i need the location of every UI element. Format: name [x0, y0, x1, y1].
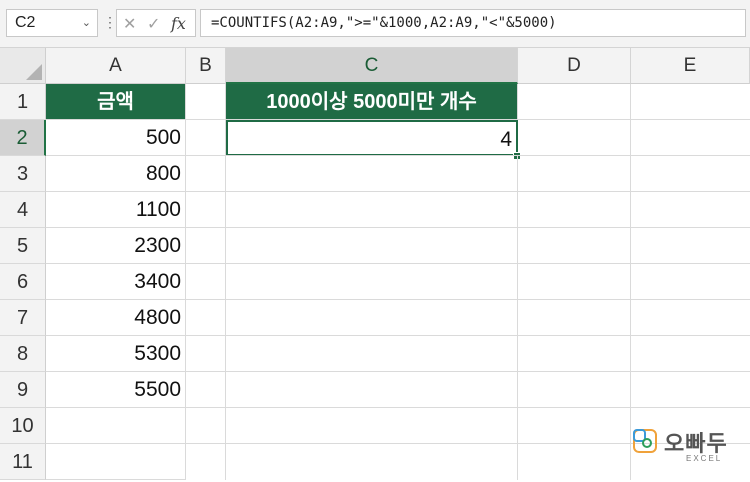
confirm-icon[interactable]: ✓	[147, 14, 160, 34]
cell-a3[interactable]: 800	[46, 156, 186, 192]
cell-a8[interactable]: 5300	[46, 336, 186, 372]
formula-input[interactable]: =COUNTIFS(A2:A9,">="&1000,A2:A9,"<"&5000…	[200, 9, 746, 37]
row-header-6[interactable]: 6	[0, 264, 46, 300]
gridlines	[186, 119, 750, 444]
oppadu-logo: 오빠두 EXCEL	[632, 426, 742, 470]
row-header-7[interactable]: 7	[0, 300, 46, 336]
logo-sub: EXCEL	[686, 454, 723, 463]
column-header-b[interactable]: B	[186, 48, 226, 84]
name-box[interactable]: C2 ⌄	[6, 9, 98, 37]
insert-function-icon[interactable]: fx	[171, 14, 186, 33]
cell-a4[interactable]: 1100	[46, 192, 186, 228]
row-header-10[interactable]: 10	[0, 408, 46, 444]
logo-icon	[633, 429, 657, 453]
row-header-3[interactable]: 3	[0, 156, 46, 192]
row-header-5[interactable]: 5	[0, 228, 46, 264]
cell-a10[interactable]	[46, 408, 186, 444]
row-header-1[interactable]: 1	[0, 84, 46, 120]
cell-a1[interactable]: 금액	[46, 84, 186, 120]
cancel-icon[interactable]: ✕	[123, 14, 136, 34]
column-header-c[interactable]: C	[226, 48, 518, 84]
cell-a11[interactable]	[46, 444, 186, 480]
column-header-d[interactable]: D	[518, 48, 631, 84]
row-header-9[interactable]: 9	[0, 372, 46, 408]
name-box-value: C2	[15, 14, 36, 31]
select-all-button[interactable]	[0, 48, 46, 84]
row-header-11[interactable]: 11	[0, 444, 46, 480]
row-header-4[interactable]: 4	[0, 192, 46, 228]
cell-a5[interactable]: 2300	[46, 228, 186, 264]
cell-a7[interactable]: 4800	[46, 300, 186, 336]
row-header-8[interactable]: 8	[0, 336, 46, 372]
more-options-icon[interactable]: ⋮	[103, 14, 117, 31]
row-header-2[interactable]: 2	[0, 120, 46, 156]
formula-bar: C2 ⌄ ⋮ ✕ ✓ fx =COUNTIFS(A2:A9,">="&1000,…	[0, 0, 750, 48]
chevron-down-icon[interactable]: ⌄	[82, 10, 91, 36]
column-header-a[interactable]: A	[46, 48, 186, 84]
column-header-e[interactable]: E	[631, 48, 750, 84]
cell-a9[interactable]: 5500	[46, 372, 186, 408]
cell-a6[interactable]: 3400	[46, 264, 186, 300]
formula-buttons: ✕ ✓ fx	[116, 9, 196, 37]
spreadsheet-grid: A B C D E 1 2 3 4 5 6 7 8 9 10 11 금액 500…	[0, 48, 750, 482]
cell-a2[interactable]: 500	[46, 120, 186, 156]
